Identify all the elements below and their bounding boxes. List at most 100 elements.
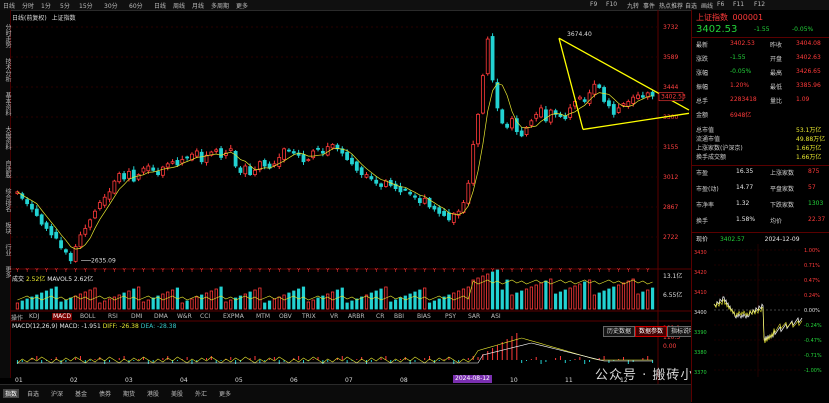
bottom-tab-2[interactable]: 沪深 [51, 389, 63, 398]
left-rail-item-3[interactable]: 大盘资料 [0, 126, 11, 150]
candle [117, 173, 122, 183]
indicator-tab-w&r[interactable]: W&R [177, 313, 192, 320]
period-tab-2[interactable]: 1分 [41, 1, 51, 10]
indicator-tab-kdj[interactable]: KDJ [29, 313, 39, 320]
toolbar-item-2[interactable]: 九转 [627, 1, 639, 10]
indicator-tab-rsi[interactable]: RSI [108, 313, 118, 320]
toolbar-item-0[interactable]: F9 [590, 1, 597, 8]
period-tab-7[interactable]: 日线 [154, 1, 166, 10]
bottom-tab-0[interactable]: 指数 [3, 389, 20, 398]
period-tab-11[interactable]: 更多 [236, 1, 248, 10]
bottom-tab-8[interactable]: 外汇 [195, 389, 207, 398]
volume-bar [141, 301, 146, 310]
quote-row-value: 6948亿 [730, 112, 752, 119]
toolbar-item-8[interactable]: F11 [733, 1, 744, 8]
period-tab-6[interactable]: 60分 [129, 1, 143, 10]
left-rail-item-6[interactable]: 板块 [0, 222, 11, 234]
macd-diff: DIFF: -26.38 [102, 323, 139, 330]
volume-bar [607, 288, 611, 310]
candle [514, 118, 519, 132]
period-tab-10[interactable]: 多周期 [211, 1, 229, 10]
indicator-tab-trix[interactable]: TRIX [302, 313, 316, 320]
period-tab-1[interactable]: 分时 [22, 1, 34, 10]
bottom-tab-4[interactable]: 债券 [99, 389, 111, 398]
indicator-tab-bias[interactable]: BIAS [417, 313, 431, 320]
volume-bar [258, 287, 262, 310]
intraday-mini-chart[interactable]: 1.00% 0.71% 0.47% 0.24% 0.00% -0.24% -0.47% -0.… [692, 242, 829, 382]
indicator-tab-arbr[interactable]: ARBR [348, 313, 365, 320]
candle [437, 207, 442, 214]
left-rail-item-5[interactable]: 综合排名 [0, 188, 11, 212]
left-rail-item-0[interactable]: 分时走势 [0, 24, 11, 48]
indicator-tab-dma[interactable]: DMA [154, 313, 168, 320]
x-axis-label: 10 [510, 377, 518, 384]
bottom-tab-5[interactable]: 期货 [123, 389, 135, 398]
toolbar-item-5[interactable]: 自选 [685, 1, 697, 10]
indicator-tab-dmi[interactable]: DMI [131, 313, 143, 320]
bottom-tab-6[interactable]: 港股 [147, 389, 159, 398]
toolbar-item-3[interactable]: 事件 [643, 1, 655, 10]
indicator-tab-sar[interactable]: SAR [468, 313, 480, 320]
indicator-tab-obv[interactable]: OBV [279, 313, 292, 320]
volume-bar [170, 289, 175, 310]
quote-row-value: -0.05% [730, 68, 752, 75]
volume-bar [287, 292, 291, 310]
volume-bar [137, 286, 141, 310]
breadth-value-2: 875 [808, 168, 820, 175]
mini-axis-label: 3400 [694, 310, 707, 316]
breadth-value: 14.77 [736, 184, 754, 191]
bottom-tab-9[interactable]: 更多 [219, 389, 231, 398]
period-tab-9[interactable]: 月线 [192, 1, 204, 10]
period-tab-8[interactable]: 周线 [173, 1, 185, 10]
indicator-tab-asi[interactable]: ASI [491, 313, 501, 320]
candle [350, 157, 354, 165]
indicator-tab-boll[interactable]: BOLL [80, 313, 95, 320]
indicator-tab-psy[interactable]: PSY [445, 313, 456, 320]
candle [243, 165, 248, 175]
candle [233, 150, 238, 167]
left-rail-item-7[interactable]: 行业 [0, 244, 11, 256]
toolbar-item-7[interactable]: F6 [717, 1, 724, 8]
indicator-tab-mtm[interactable]: MTM [256, 313, 270, 320]
toolbar-item-1[interactable]: F10 [606, 1, 617, 8]
candle [146, 165, 151, 172]
cap-row-value: 49.88万亿 [796, 136, 826, 143]
bottom-tab-3[interactable]: 基金 [75, 389, 87, 398]
period-tab-0[interactable]: 日线 [3, 1, 15, 10]
left-rail-item-8[interactable]: 更多 [0, 266, 11, 278]
data-params-button[interactable]: 数据参数 [635, 326, 668, 337]
toolbar-item-9[interactable]: F12 [754, 1, 765, 8]
bottom-tab-7[interactable]: 美股 [171, 389, 183, 398]
history-data-button[interactable]: 历史数据 [603, 326, 636, 337]
volume-bar [156, 295, 160, 310]
quote-row-value-2: 3385.96 [796, 82, 821, 89]
quote-change: -1.55 [754, 26, 770, 33]
candle [301, 154, 306, 163]
period-tab-4[interactable]: 15分 [79, 1, 93, 10]
left-rail-item-1[interactable]: 技术分析 [0, 58, 11, 82]
candle [359, 167, 364, 176]
left-rail-item-4[interactable]: 自选股 [0, 160, 11, 178]
indicator-tab-expma[interactable]: EXPMA [223, 313, 244, 320]
quote-row-value: 2283418 [730, 96, 757, 103]
candle [398, 186, 403, 193]
left-rail-item-2[interactable]: 基本资料 [0, 92, 11, 116]
candle [607, 100, 611, 107]
indicator-tab-cr[interactable]: CR [376, 313, 384, 320]
indicator-tab-vr[interactable]: VR [330, 313, 338, 320]
volume-bar [204, 292, 209, 310]
indicator-tab-cci[interactable]: CCI [200, 313, 210, 320]
period-tab-5[interactable]: 30分 [104, 1, 118, 10]
volume-bar [316, 297, 320, 310]
volume-bar [592, 294, 596, 310]
mini-pct-label: 0.24% [804, 293, 820, 299]
quote-row-label: 振幅 [696, 84, 709, 91]
indicator-tab-操作[interactable]: 操作 [11, 313, 23, 322]
indicator-tab-bbi[interactable]: BBI [394, 313, 404, 320]
period-tab-3[interactable]: 5分 [60, 1, 70, 10]
toolbar-item-6[interactable]: 画线 [701, 1, 713, 10]
indicator-tab-macd[interactable]: MACD [52, 313, 72, 320]
toolbar-item-4[interactable]: 热点推荐 [659, 1, 683, 10]
bottom-tab-1[interactable]: 自选 [27, 389, 39, 398]
volume-bar [529, 286, 533, 310]
